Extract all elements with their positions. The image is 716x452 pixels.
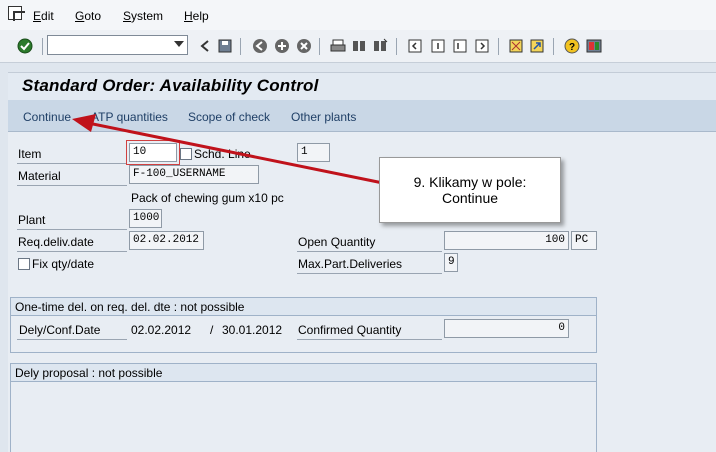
open-quantity-field[interactable]: 100 bbox=[444, 231, 569, 250]
menu-help[interactable]: Help bbox=[184, 9, 209, 23]
material-label: Material bbox=[18, 169, 61, 183]
fix-qty-label: Fix qty/date bbox=[32, 257, 95, 271]
title-bar: Standard Order: Availability Control bbox=[8, 72, 716, 100]
dely-conf-date-label: Dely/Conf.Date bbox=[19, 323, 101, 337]
first-page-icon[interactable] bbox=[407, 38, 423, 54]
sched-line-checkbox[interactable] bbox=[180, 148, 192, 160]
layout-icon[interactable] bbox=[586, 38, 602, 54]
find-icon[interactable] bbox=[351, 38, 367, 54]
system-menu-icon[interactable] bbox=[8, 6, 25, 21]
cancel-icon[interactable] bbox=[296, 38, 312, 54]
material-field[interactable]: F-100_USERNAME bbox=[129, 165, 259, 184]
back-icon[interactable] bbox=[197, 38, 213, 54]
focus-highlight bbox=[126, 140, 180, 165]
open-quantity-label: Open Quantity bbox=[298, 235, 376, 249]
one-time-delivery-title: One-time del. on req. del. dte : not pos… bbox=[11, 298, 596, 316]
next-page-icon[interactable] bbox=[452, 38, 468, 54]
menu-edit[interactable]: Edit bbox=[33, 9, 54, 23]
dely-proposal-title: Dely proposal : not possible bbox=[11, 364, 596, 382]
date-separator: / bbox=[210, 323, 214, 337]
menu-goto[interactable]: Goto bbox=[75, 9, 101, 23]
plant-field[interactable]: 1000 bbox=[129, 209, 162, 228]
max-part-deliveries-field[interactable]: 9 bbox=[444, 253, 458, 272]
chevron-down-icon[interactable] bbox=[174, 41, 184, 47]
previous-page-icon[interactable] bbox=[430, 38, 446, 54]
shortcut-icon[interactable] bbox=[529, 38, 545, 54]
save-icon[interactable] bbox=[217, 38, 233, 54]
sched-line-field[interactable]: 1 bbox=[297, 143, 330, 162]
sched-line-label: Schd. Line bbox=[194, 147, 251, 161]
application-toolbar: Continue ATP quantities Scope of check O… bbox=[8, 100, 716, 132]
back-green-icon[interactable] bbox=[252, 38, 268, 54]
confirmed-quantity-field[interactable]: 0 bbox=[444, 319, 569, 338]
enter-check-icon[interactable] bbox=[17, 38, 33, 54]
callout-line-2: Continue bbox=[441, 190, 499, 206]
command-field[interactable] bbox=[47, 35, 188, 55]
dely-proposal-group: Dely proposal : not possible bbox=[10, 363, 597, 452]
find-next-icon[interactable] bbox=[372, 38, 388, 54]
confirmed-quantity-label: Confirmed Quantity bbox=[298, 323, 402, 337]
open-quantity-unit-field[interactable]: PC bbox=[571, 231, 597, 250]
req-deliv-date-label: Req.deliv.date bbox=[18, 235, 94, 249]
max-part-deliveries-label: Max.Part.Deliveries bbox=[298, 257, 403, 271]
create-session-icon[interactable] bbox=[508, 38, 524, 54]
callout-line-1: 9. Klikamy w pole: bbox=[413, 174, 527, 190]
instruction-callout: 9. Klikamy w pole: Continue bbox=[379, 157, 561, 223]
fix-qty-checkbox[interactable] bbox=[18, 258, 30, 270]
continue-button[interactable]: Continue bbox=[23, 110, 71, 124]
item-label: Item bbox=[18, 147, 42, 161]
material-description: Pack of chewing gum x10 pc bbox=[131, 191, 284, 205]
help-icon[interactable]: ? bbox=[564, 38, 580, 54]
other-plants-button[interactable]: Other plants bbox=[291, 110, 356, 124]
menu-system[interactable]: System bbox=[123, 9, 163, 23]
plant-label: Plant bbox=[18, 213, 46, 227]
conf-date-value: 30.01.2012 bbox=[222, 323, 283, 337]
menu-bar: Edit Goto System Help bbox=[0, 0, 716, 30]
dely-date-value: 02.02.2012 bbox=[131, 323, 192, 337]
page-title: Standard Order: Availability Control bbox=[22, 76, 319, 95]
exit-icon[interactable] bbox=[274, 38, 290, 54]
atp-quantities-button[interactable]: ATP quantities bbox=[91, 110, 168, 124]
last-page-icon[interactable] bbox=[474, 38, 490, 54]
scope-of-check-button[interactable]: Scope of check bbox=[188, 110, 270, 124]
req-deliv-date-field[interactable]: 02.02.2012 bbox=[129, 231, 204, 250]
svg-text:?: ? bbox=[569, 42, 575, 53]
print-icon[interactable] bbox=[330, 38, 346, 54]
